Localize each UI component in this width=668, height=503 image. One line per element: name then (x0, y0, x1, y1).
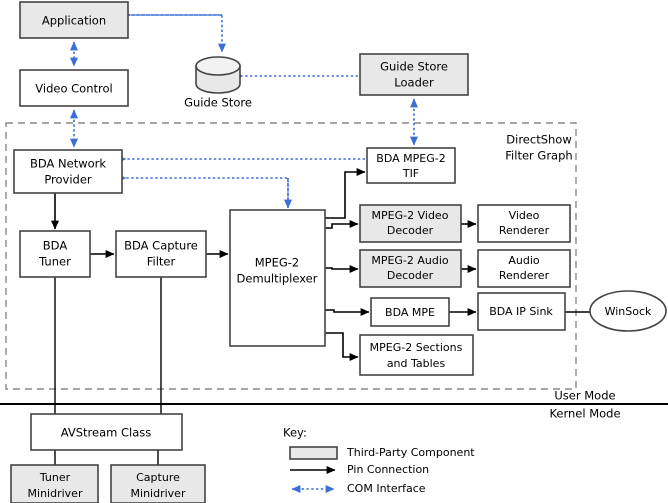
node-application[interactable]: Application (19, 1, 129, 39)
legend-title: Key: (283, 426, 307, 440)
node-winsock[interactable]: WinSock (589, 290, 667, 332)
node-mpeg2-sections-tables[interactable]: MPEG-2 Sections and Tables (359, 334, 474, 376)
node-video-renderer-label-2: Renderer (499, 224, 550, 237)
node-application-label: Application (42, 14, 106, 28)
node-video-control-label: Video Control (35, 82, 112, 96)
node-mpeg2-sections-tables-label-2: and Tables (387, 357, 446, 370)
node-capture-minidriver[interactable]: Capture Minidriver (110, 464, 206, 503)
pin-demux-to-bda-mpe (325, 308, 370, 316)
node-mpeg2-video-decoder[interactable]: MPEG-2 Video Decoder (359, 204, 462, 243)
node-bda-ip-sink-label: BDA IP Sink (489, 305, 553, 318)
legend-third-party-label: Third-Party Component (346, 446, 475, 459)
node-bda-tuner-label-2: Tuner (38, 255, 71, 269)
node-bda-mpe-label: BDA MPE (385, 306, 435, 319)
node-bda-network-provider-label-2: Provider (44, 173, 92, 187)
region-label-line2: Filter Graph (505, 149, 572, 163)
com-demux-to-networkprovider (117, 174, 289, 206)
node-bda-mpeg2-tif-label-2: TIF (402, 167, 419, 180)
node-mpeg2-audio-decoder[interactable]: MPEG-2 Audio Decoder (359, 249, 462, 288)
node-bda-capture-filter[interactable]: BDA Capture Filter (115, 230, 207, 278)
legend-third-party-swatch (289, 446, 338, 460)
node-bda-network-provider-label-1: BDA Network (30, 157, 106, 171)
node-bda-tuner[interactable]: BDA Tuner (19, 230, 91, 278)
node-audio-renderer-label-2: Renderer (499, 269, 550, 282)
node-audio-renderer[interactable]: Audio Renderer (477, 249, 571, 288)
node-tuner-minidriver[interactable]: Tuner Minidriver (10, 464, 99, 503)
pin-demux-to-sections-tables (325, 332, 359, 361)
node-tuner-minidriver-label-2: Minidriver (28, 487, 83, 500)
node-bda-network-provider[interactable]: BDA Network Provider (13, 149, 123, 194)
node-winsock-label: WinSock (605, 305, 652, 318)
node-mpeg2-audio-decoder-label-2: Decoder (387, 269, 434, 282)
node-guide-store-loader-label-1: Guide Store (380, 60, 448, 74)
node-bda-ip-sink[interactable]: BDA IP Sink (477, 292, 566, 331)
node-mpeg2-audio-decoder-label-1: MPEG-2 Audio (371, 254, 449, 267)
node-bda-capture-filter-label-2: Filter (147, 255, 176, 269)
node-guide-store[interactable]: Guide Store (184, 56, 252, 110)
pin-demux-to-audio-decoder (325, 265, 359, 273)
region-label-line1: DirectShow (506, 133, 571, 147)
pin-demux-to-tif (325, 168, 366, 219)
node-mpeg2-sections-tables-label-1: MPEG-2 Sections (370, 341, 463, 354)
node-avstream-class-label: AVStream Class (61, 426, 152, 440)
node-guide-store-label: Guide Store (184, 96, 252, 110)
node-bda-mpe[interactable]: BDA MPE (370, 297, 450, 327)
node-video-renderer-label-1: Video (509, 209, 540, 222)
node-mpeg2-demultiplexer-label-2: Demultiplexer (237, 272, 318, 286)
node-avstream-class[interactable]: AVStream Class (30, 413, 183, 451)
user-mode-label: User Mode (554, 389, 615, 403)
node-mpeg2-demultiplexer-label-1: MPEG-2 (255, 256, 300, 270)
node-tuner-minidriver-label-1: Tuner (39, 471, 71, 484)
node-bda-mpeg2-tif[interactable]: BDA MPEG-2 TIF (366, 147, 456, 184)
node-bda-capture-filter-label-1: BDA Capture (124, 239, 198, 253)
node-guide-store-loader[interactable]: Guide Store Loader (359, 53, 469, 96)
legend: Key: Third-Party Component Pin Connectio… (283, 426, 475, 496)
pin-demux-to-video-decoder (325, 220, 359, 229)
node-video-renderer[interactable]: Video Renderer (477, 204, 571, 243)
node-mpeg2-video-decoder-label-1: MPEG-2 Video (372, 209, 449, 222)
node-video-control[interactable]: Video Control (19, 69, 129, 107)
node-bda-tuner-label-1: BDA (43, 239, 68, 253)
kernel-mode-label: Kernel Mode (549, 407, 620, 421)
node-capture-minidriver-label-1: Capture (136, 471, 180, 484)
legend-pin-connection-label: Pin Connection (347, 463, 429, 476)
node-bda-mpeg2-tif-label-1: BDA MPEG-2 (376, 152, 445, 165)
bda-architecture-diagram: DirectShow Filter Graph User Mode Kernel… (0, 1, 668, 503)
node-mpeg2-video-decoder-label-2: Decoder (387, 224, 434, 237)
node-capture-minidriver-label-2: Minidriver (131, 487, 186, 500)
node-audio-renderer-label-1: Audio (508, 254, 540, 267)
node-guide-store-loader-label-2: Loader (394, 76, 434, 90)
com-application-guidestore (131, 14, 226, 53)
legend-com-interface-label: COM Interface (347, 482, 426, 495)
node-mpeg2-demultiplexer[interactable]: MPEG-2 Demultiplexer (229, 209, 326, 347)
